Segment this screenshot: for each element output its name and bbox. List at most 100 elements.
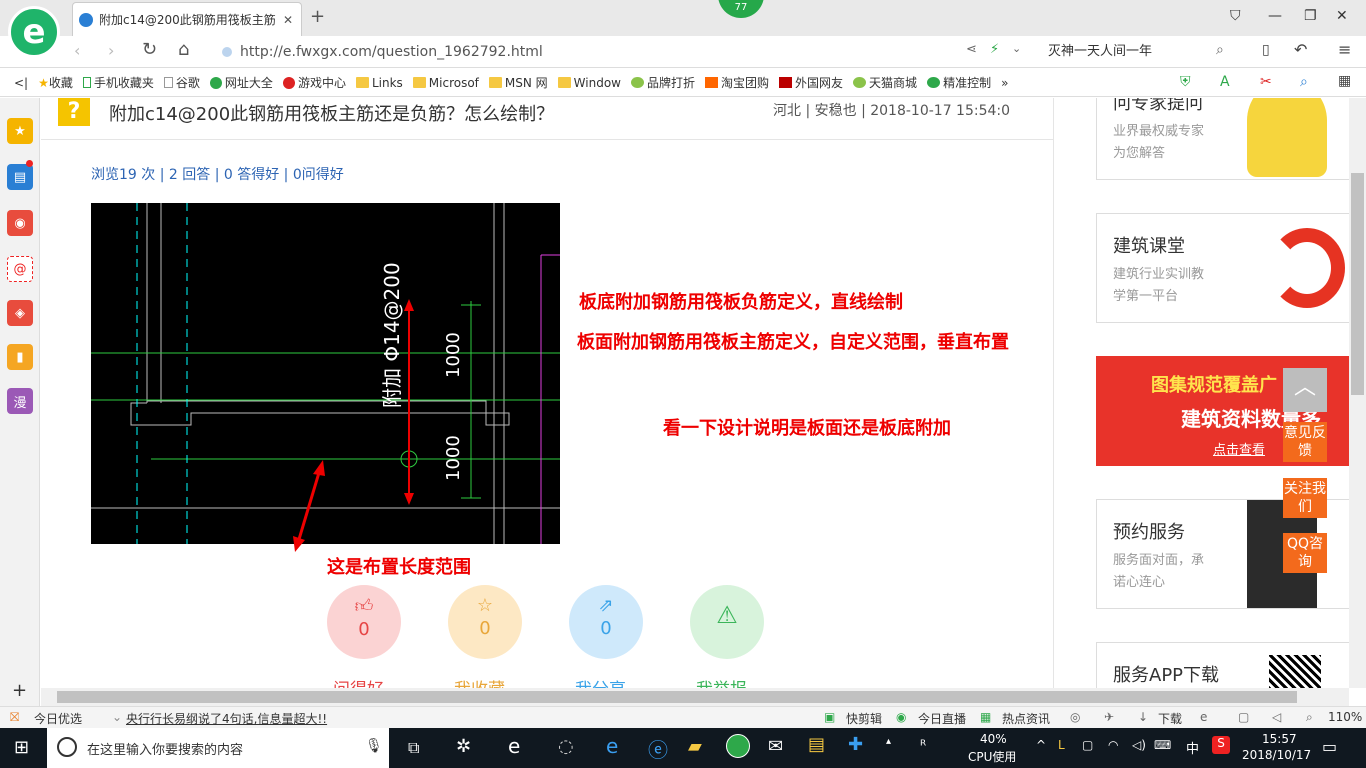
back-to-top-button[interactable]: ︿ [1283,368,1327,412]
tray-expand-icon[interactable]: ^ [1036,738,1046,752]
wifi-icon[interactable]: ◠ [1108,738,1118,752]
browser-taskbar-icon[interactable] [726,734,750,758]
keyboard-icon[interactable]: ⌨ [1154,738,1171,752]
home-icon[interactable]: ⌂ [178,39,189,60]
mic-icon[interactable]: 🎙︎ [365,738,383,754]
bookmark-item[interactable]: 谷歌 [163,74,200,91]
notification-icon[interactable]: ▭ [1322,737,1337,756]
collapse-bookmarks-icon[interactable]: <| [14,76,28,90]
bookmark-item[interactable]: 品牌打折 [631,74,695,91]
scroll-thumb[interactable] [1351,173,1364,395]
menu-icon[interactable]: ≡ [1338,40,1351,59]
download-icon[interactable]: ↓ [1138,710,1148,724]
share-button[interactable]: ⇗ 0 [569,585,643,659]
status-link[interactable]: 下载 [1158,710,1182,727]
close-window-button[interactable]: ✕ [1336,8,1348,24]
favorite-button[interactable]: ☆ 0 [448,585,522,659]
ie-icon[interactable]: ⓔ [648,734,668,763]
search-icon[interactable]: ⌕ [1216,42,1224,58]
browser-tab[interactable]: 附加c14@200此钢筋用筏板主筋 ✕ [72,2,302,36]
bookmark-item[interactable]: 网址大全 [209,74,273,91]
like-button[interactable]: 👍︎ 0 [327,585,401,659]
share-icon[interactable]: ⋖ [966,42,977,57]
game-icon[interactable]: ◈ [7,300,33,326]
volume-icon[interactable]: ◁ [1272,710,1281,724]
people-icon[interactable]: ᴿ [920,738,926,754]
refresh-icon[interactable]: ↻ [142,39,157,60]
edge-icon[interactable]: e [606,734,618,758]
zoom-icon[interactable]: ⌕ [1306,710,1313,725]
ie-icon[interactable]: e [1200,710,1207,724]
bookmark-item[interactable]: 游戏中心 [282,74,346,91]
chevron-down-icon[interactable]: ⌄ [1012,42,1021,55]
maximize-button[interactable]: ❐ [1304,8,1317,24]
app-icon[interactable]: ◌ [558,736,574,757]
speed-badge[interactable]: 77 [718,0,764,18]
window-icon[interactable]: ▢ [1238,710,1249,724]
feedback-button[interactable]: 意见反馈 [1283,422,1327,462]
status-link[interactable]: 快剪辑 [846,710,882,727]
comic-icon[interactable]: 漫 [7,388,33,414]
mail-icon[interactable]: @ [7,256,33,282]
course-card[interactable]: 建筑课堂 建筑行业实训教 学第一平台 [1096,213,1350,323]
windows-start-icon[interactable]: ⊞ [14,737,29,758]
scissors-icon[interactable]: ✂ [1260,74,1272,90]
search-input[interactable]: 灭神一天人间一年 [1042,40,1236,64]
taskbar-search[interactable]: 在这里输入你要搜索的内容 🎙︎ [47,728,389,768]
translate-icon[interactable]: A [1220,74,1230,90]
vertical-scrollbar[interactable] [1349,98,1366,688]
bookmark-item[interactable]: 天猫商城 [853,74,917,91]
explorer-icon[interactable]: ▰ [688,736,702,757]
sogou-icon[interactable]: S [1212,736,1230,754]
news-ticker[interactable]: 央行行长易纲说了4句话,信息量超大!! [126,710,327,727]
clock-date[interactable]: 2018/10/17 [1242,748,1311,762]
phone-icon[interactable]: ▯ [1262,42,1270,58]
ie-browser-icon[interactable]: e [508,734,520,758]
bookmark-folder[interactable]: Window [557,76,621,90]
question-stats[interactable]: 浏览19 次 | 2 回答 | 0 答得好 | 0问得好 [91,164,344,184]
zoom-level[interactable]: 110% [1328,710,1362,724]
new-tab-button[interactable]: + [310,6,325,27]
tray-app-icon[interactable]: ▢ [1082,738,1093,752]
clock-time[interactable]: 15:57 [1262,732,1297,746]
forward-icon[interactable]: › [108,41,114,60]
bookmark-item[interactable]: 外国网友 [779,74,843,91]
bookmark-folder[interactable]: Links [355,76,403,90]
follow-button[interactable]: 关注我们 [1283,478,1327,518]
bookmark-item[interactable]: 手机收藏夹 [82,74,154,91]
back-icon[interactable]: ‹ [74,41,80,60]
shield-icon[interactable]: ⛨ [1180,74,1191,90]
close-tab-icon[interactable]: ✕ [281,13,295,27]
url-bar[interactable]: http://e.fwxgx.com/question_1962792.html [222,40,1032,64]
volume-icon[interactable]: ◁) [1132,738,1146,752]
horizontal-scrollbar[interactable] [41,688,1349,706]
scroll-up-icon[interactable]: ▴ [886,736,891,747]
lightning-icon[interactable]: ⚡ [990,42,999,57]
shirt-icon[interactable]: ⛉ [1230,8,1241,24]
tray-l-icon[interactable]: L [1058,738,1065,752]
status-link[interactable]: 热点资讯 [1002,710,1050,727]
expert-card[interactable]: 问专家提问 业界最权威专家 为您解答 [1096,98,1350,180]
status-link[interactable]: 今日优选 [34,710,82,727]
task-view-icon[interactable]: ⧉ [408,738,419,758]
action-label[interactable]: 我收藏 [454,675,505,688]
speed-icon[interactable]: ◎ [1070,710,1080,724]
status-link[interactable]: 今日直播 [918,710,966,727]
book-icon[interactable]: ▮ [7,344,33,370]
bookmark-folder[interactable]: Microsof [412,76,479,90]
favorites-icon[interactable]: ★ [7,118,33,144]
qq-button[interactable]: QQ咨询 [1283,533,1327,573]
magnifier-icon[interactable]: ⌕ [1300,74,1308,90]
bookmark-folder[interactable]: MSN 网 [488,74,548,91]
grid-icon[interactable]: ▦ [1338,73,1351,89]
undo-icon[interactable]: ↶ [1294,40,1307,59]
plus-app-icon[interactable]: ✚ [848,734,863,755]
notes-icon[interactable]: ▤ [808,734,825,755]
ime-indicator[interactable]: 中 [1186,738,1199,757]
bookmark-item[interactable]: 精准控制 [927,74,991,91]
weibo-icon[interactable]: ◉ [7,210,33,236]
browser-logo[interactable]: e [8,6,60,58]
action-label[interactable]: 我举报 [696,675,747,688]
action-label[interactable]: 我分享 [575,675,626,688]
more-bookmarks-icon[interactable]: » [1001,76,1008,90]
